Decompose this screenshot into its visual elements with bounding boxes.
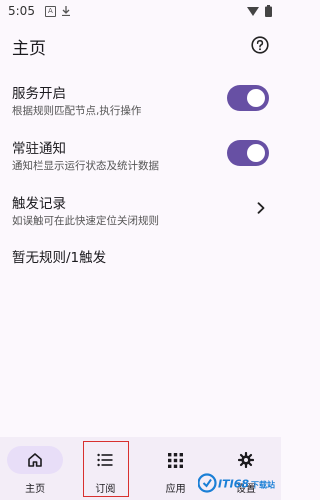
top-app-bar: 主页 <box>0 28 281 64</box>
setting-trigger-log[interactable]: 触发记录 如误触可在此快速定位关闭规则 <box>0 192 281 232</box>
highlight-annotation-box <box>83 441 129 497</box>
setting-persistent-notification[interactable]: 常驻通知 通知栏显示运行状态及统计数据 <box>0 137 281 177</box>
svg-text:ITI68: ITI68 <box>218 478 249 491</box>
page-title: 主页 <box>12 38 46 59</box>
nav-home[interactable]: 主页 <box>0 437 70 500</box>
wifi-icon <box>247 7 259 16</box>
settings-gear-icon <box>237 452 254 468</box>
nav-label: 主页 <box>25 484 46 495</box>
service-enabled-switch[interactable] <box>227 85 269 111</box>
download-icon <box>61 6 70 16</box>
status-bar: 5:05 A <box>0 0 281 22</box>
status-icons-left: A <box>44 5 70 17</box>
nav-settings-pill <box>218 446 274 474</box>
svg-text:下载站: 下载站 <box>251 480 275 490</box>
apps-grid-icon <box>168 452 184 468</box>
setting-service-enabled[interactable]: 服务开启 根据规则匹配节点,执行操作 <box>0 82 281 122</box>
notification-a-icon: A <box>44 5 56 17</box>
home-icon <box>28 453 42 467</box>
status-icons-right <box>247 5 272 17</box>
setting-description: 如误触可在此快速定位关闭规则 <box>12 215 159 227</box>
nav-home-pill <box>7 446 64 474</box>
help-circle-icon[interactable] <box>251 36 269 54</box>
persistent-notification-switch[interactable] <box>227 140 269 166</box>
rules-summary[interactable]: 暂无规则/1触发 <box>12 246 106 266</box>
setting-description: 通知栏显示运行状态及统计数据 <box>12 160 159 172</box>
setting-description: 根据规则匹配节点,执行操作 <box>12 105 142 117</box>
setting-title: 服务开启 <box>12 86 66 102</box>
switch-thumb <box>247 144 265 162</box>
setting-title: 常驻通知 <box>12 141 66 157</box>
status-time: 5:05 <box>8 4 35 18</box>
chevron-right-icon <box>257 202 265 214</box>
nav-apps-pill <box>148 446 204 474</box>
switch-thumb <box>247 89 265 107</box>
battery-icon <box>265 5 272 17</box>
watermark-logo: ITI68 下载站 <box>198 473 275 493</box>
setting-title: 触发记录 <box>12 196 66 212</box>
